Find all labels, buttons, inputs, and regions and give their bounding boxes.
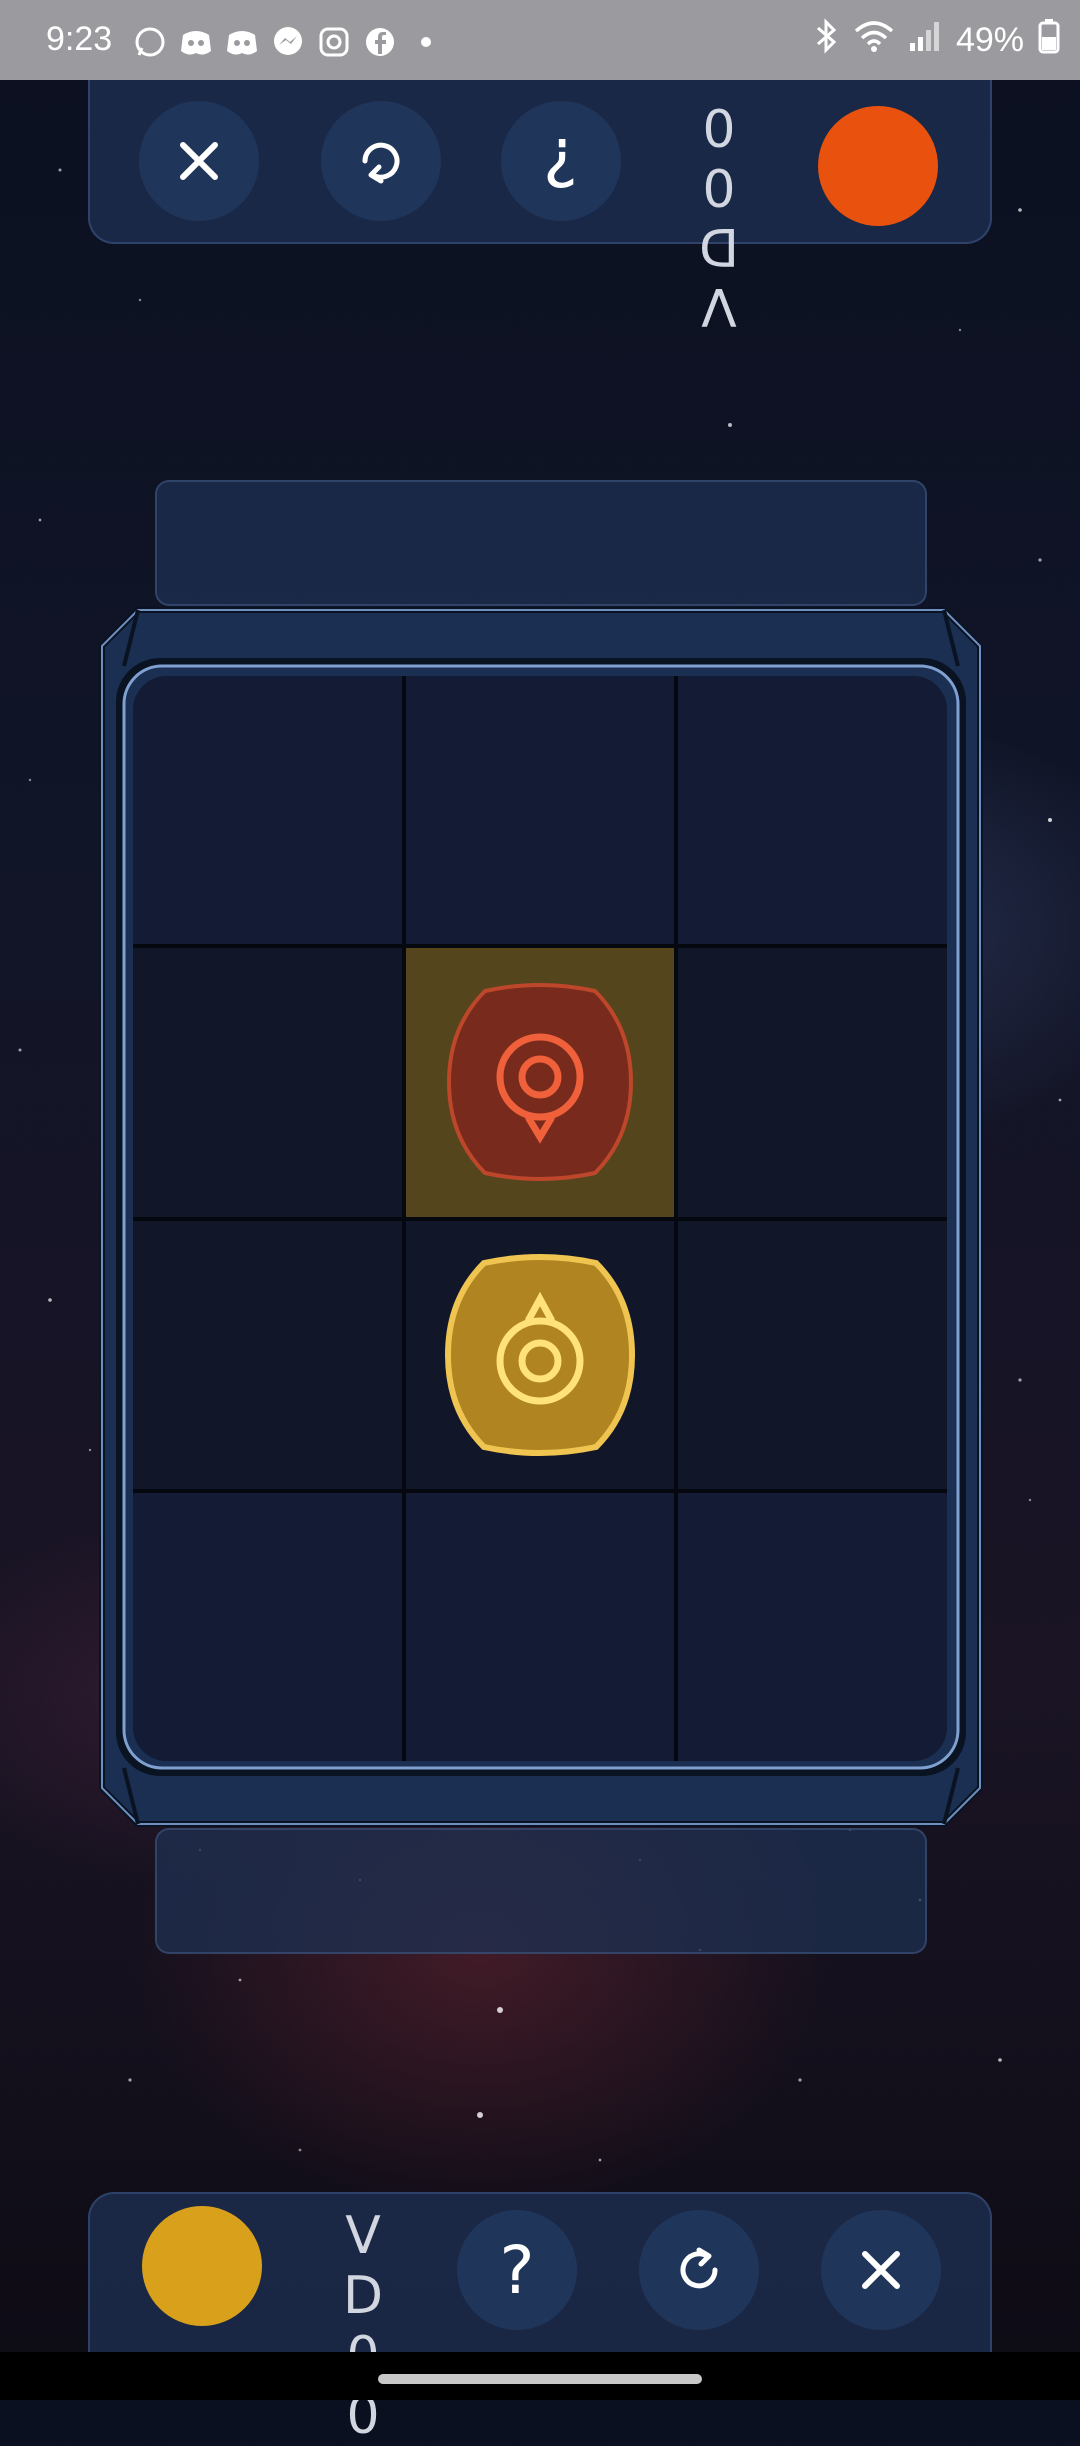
help-icon: ? [543,122,579,200]
whatsapp-icon [132,24,168,60]
game-board [133,676,947,1761]
close-icon [180,142,218,180]
bottom-undo-button[interactable] [639,2210,759,2330]
board-cell[interactable] [405,1492,675,1761]
dot-icon [408,24,444,60]
board-cell[interactable] [405,1220,675,1489]
signal-icon [908,19,942,62]
undo-icon [362,142,400,184]
navigation-bar [0,2352,1080,2400]
board-cell-selected[interactable] [405,948,675,1217]
bottom-close-button[interactable] [821,2210,941,2330]
discord-icon [224,24,260,60]
system-icons: 49% [814,18,1060,63]
wifi-icon [854,19,894,62]
close-icon [862,2251,900,2289]
top-player-token [818,106,938,226]
undo-icon [680,2247,718,2289]
bottom-player-token [142,2206,262,2326]
board-cell[interactable] [678,676,947,945]
board-cell[interactable] [133,1220,402,1489]
board-cell[interactable] [133,948,402,1217]
notification-icons [132,24,444,60]
bottom-score-labels: V D [342,2206,402,2326]
instagram-icon [316,24,352,60]
bluetooth-icon [814,18,840,63]
top-captured-slot [155,480,927,606]
top-close-button[interactable] [139,101,259,221]
status-bar: 9:23 49% [0,0,1080,80]
facebook-icon [362,24,398,60]
board-cell[interactable] [133,1492,402,1761]
top-player-piece[interactable] [435,977,645,1187]
home-gesture-handle[interactable] [378,2374,702,2384]
board-cell[interactable] [678,948,947,1217]
top-help-button[interactable]: ? [501,101,621,221]
status-time: 9:23 [46,20,113,58]
board-cell[interactable] [678,1220,947,1489]
battery-percent: 49% [955,21,1024,59]
top-score-values: 0 0 [684,96,736,216]
top-score-labels: V D [680,216,740,336]
bottom-player-piece[interactable] [434,1249,646,1461]
top-undo-button[interactable] [321,101,441,221]
bottom-help-button[interactable]: ? [457,2210,577,2330]
discord-icon [178,24,214,60]
bottom-score: V D 0 0 [308,2206,418,2446]
board-cell[interactable] [133,676,402,945]
board-cell[interactable] [405,676,675,945]
top-score: V D 0 0 [664,96,774,336]
messenger-icon [270,24,306,60]
board-cell[interactable] [678,1492,947,1761]
battery-icon [1038,18,1060,63]
help-icon: ? [499,2231,535,2309]
bottom-captured-slot [155,1828,927,1954]
